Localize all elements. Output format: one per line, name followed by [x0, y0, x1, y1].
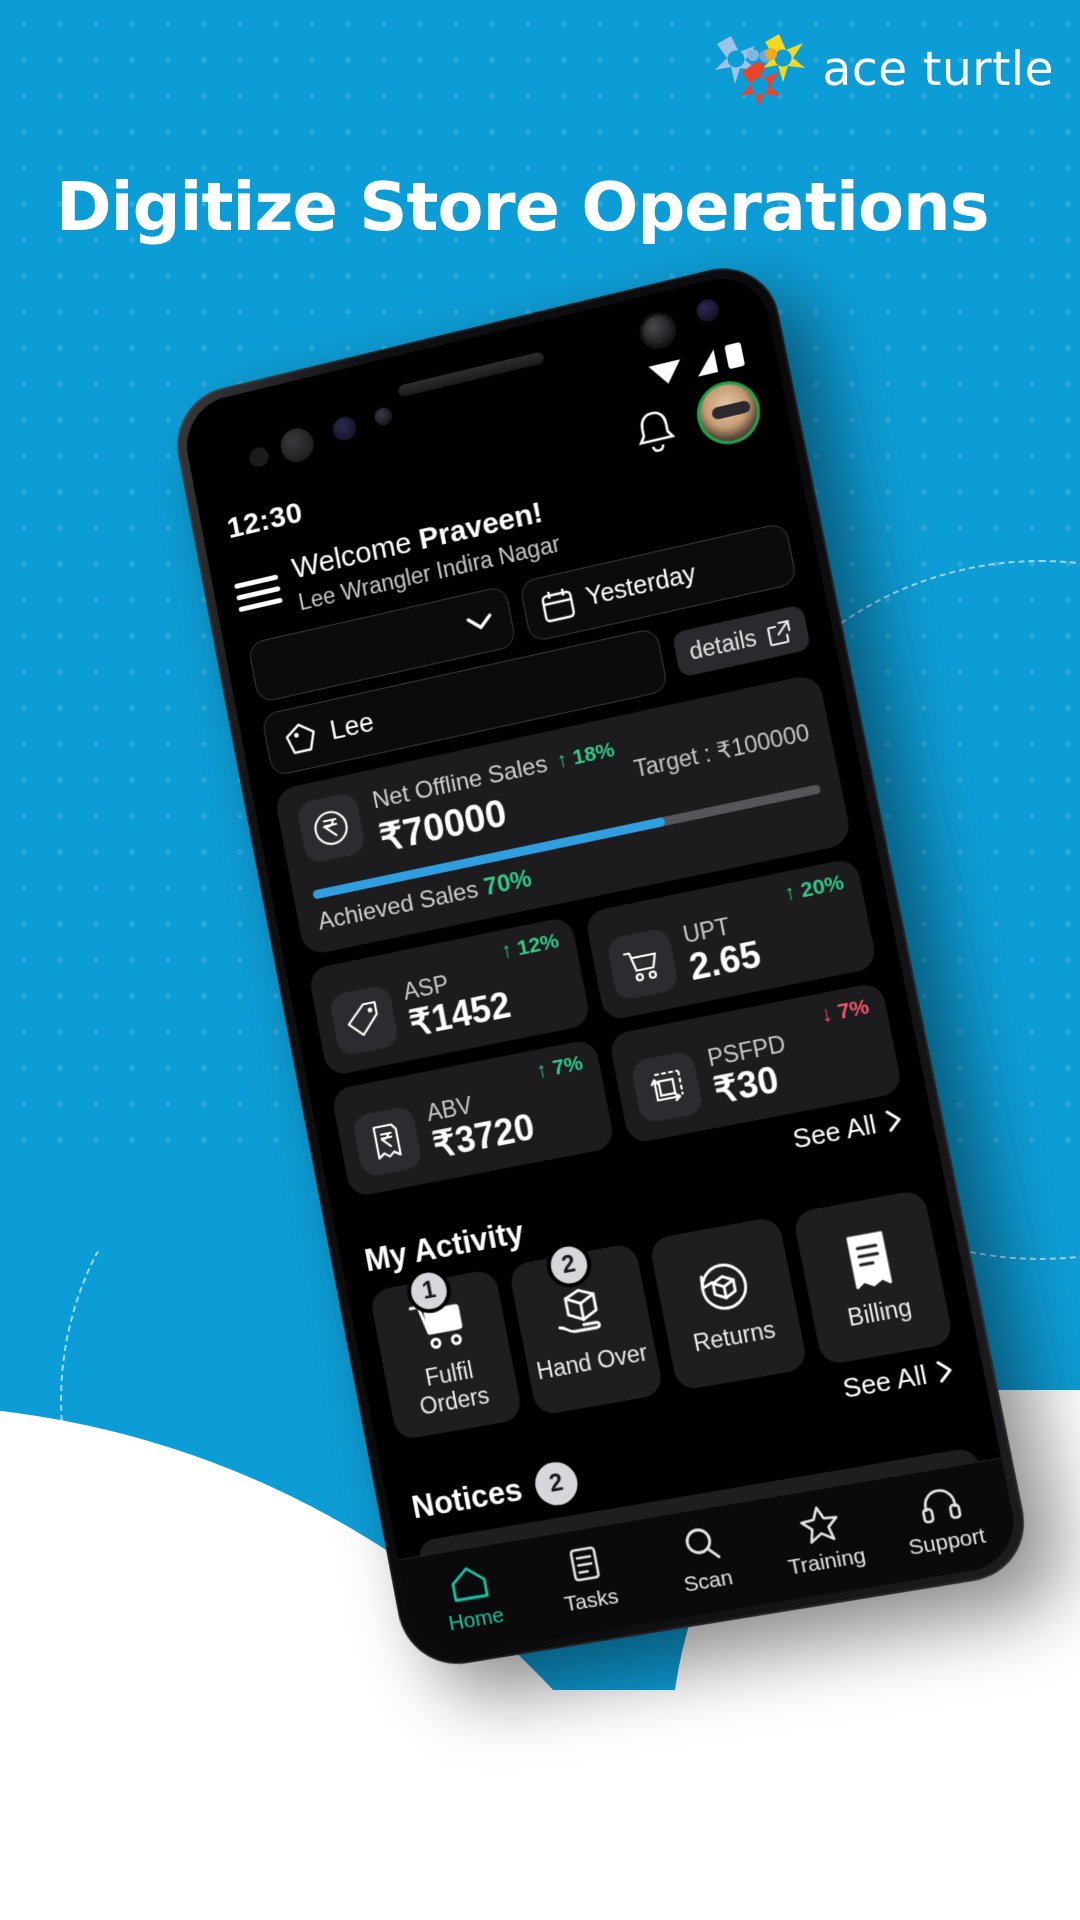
activity-label: Billing [845, 1294, 914, 1333]
activity-label: Hand Over [534, 1339, 650, 1386]
nav-item-home[interactable]: Home [409, 1556, 536, 1641]
external-link-icon [764, 617, 795, 649]
activity-label: Fulfil Orders [390, 1350, 514, 1424]
phone-mockup-stage: 12:30 Welcome Praveen! Lee Wrangler Indi… [0, 0, 1080, 1920]
sensor-a-icon [248, 445, 271, 469]
hamburger-menu-icon[interactable] [234, 574, 283, 612]
chevron-down-icon [463, 609, 496, 635]
app-screen: 12:30 Welcome Praveen! Lee Wrangler Indi… [196, 359, 1023, 1661]
notice-title: Rethinking supply chains from the lens o… [471, 1649, 1011, 1660]
achieved-value: 70% [482, 864, 534, 900]
details-label: details [687, 624, 759, 665]
calendar-icon [538, 584, 578, 625]
area-measure-icon [630, 1050, 704, 1124]
sensor-c-icon [373, 406, 394, 427]
star-icon [795, 1501, 844, 1547]
home-icon [446, 1562, 492, 1605]
activity-label: Returns [691, 1316, 778, 1358]
chevron-right-icon [932, 1356, 958, 1386]
activity-item-fulfil-orders[interactable]: 1 Fulfil Orders [369, 1268, 523, 1440]
nav-label: Training [786, 1544, 868, 1581]
headset-icon [916, 1483, 963, 1527]
package-handover-icon [548, 1281, 616, 1344]
price-tag-icon [328, 984, 399, 1057]
nav-label: Home [447, 1603, 507, 1636]
shopping-cart-icon [606, 927, 680, 1001]
date-filter-label: Yesterday [584, 559, 699, 612]
nav-label: Tasks [563, 1584, 621, 1617]
status-clock: 12:30 [224, 496, 305, 546]
activity-item-hand-over[interactable]: 2 Hand Over [507, 1242, 664, 1416]
nav-item-tasks[interactable]: Tasks [523, 1534, 652, 1622]
phone-screen-frame: 12:30 Welcome Praveen! Lee Wrangler Indi… [179, 268, 1023, 1660]
iris-scanner-icon [695, 297, 721, 324]
activity-item-billing[interactable]: Billing [792, 1189, 955, 1366]
phone-device: 12:30 Welcome Praveen! Lee Wrangler Indi… [168, 256, 1035, 1672]
sensor-b-icon [278, 425, 317, 465]
activity-item-returns[interactable]: Returns [648, 1216, 808, 1391]
earpiece-speaker [397, 351, 544, 397]
sales-target-label: Target : ₹100000 [632, 719, 812, 783]
nav-item-training[interactable]: Training [756, 1495, 889, 1585]
tag-icon [282, 718, 321, 758]
chevron-right-icon [881, 1105, 907, 1135]
notices-title: Notices [409, 1471, 525, 1526]
details-button[interactable]: details [671, 604, 811, 677]
return-box-icon [691, 1255, 758, 1318]
nav-label: Support [907, 1524, 988, 1561]
front-camera-icon [331, 415, 358, 444]
brand-label: Lee [328, 707, 377, 747]
bell-icon[interactable] [630, 403, 680, 456]
nav-label: Scan [682, 1566, 735, 1598]
rupee-circle-icon [296, 791, 367, 864]
receipt-icon [838, 1227, 901, 1293]
tasks-icon [563, 1541, 606, 1585]
scan-search-icon [678, 1521, 724, 1566]
nav-item-scan[interactable]: Scan [639, 1515, 770, 1604]
receipt-rupee-icon [352, 1105, 424, 1178]
nav-item-support[interactable]: Support [876, 1476, 1011, 1564]
activity-badge: 2 [543, 1239, 595, 1291]
front-camera-right-icon [640, 313, 676, 349]
notices-count-badge: 2 [531, 1458, 581, 1508]
user-avatar[interactable] [691, 375, 765, 451]
